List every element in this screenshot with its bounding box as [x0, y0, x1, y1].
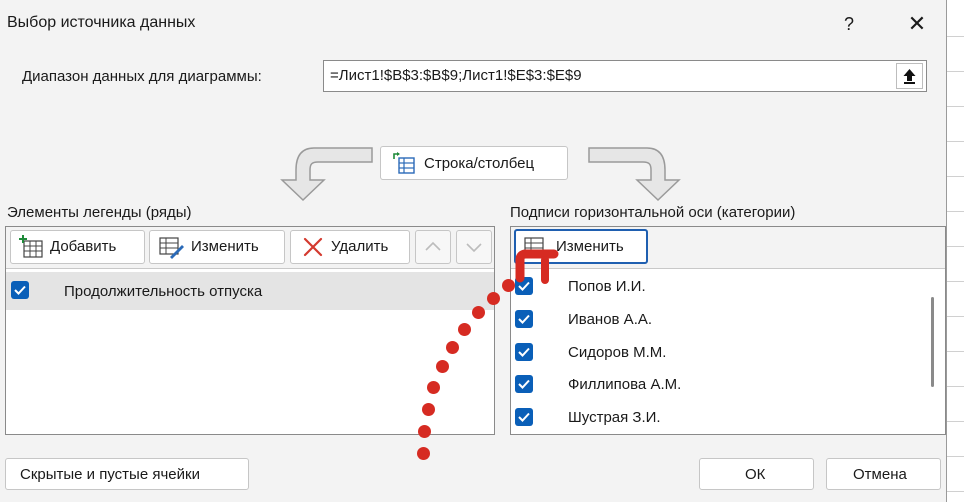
axis-labels-title: Подписи горизонтальной оси (категории) — [510, 204, 796, 221]
axis-item-checkbox[interactable] — [515, 375, 533, 393]
edit-axis-labels-label: Изменить — [556, 238, 624, 255]
chevron-down-icon — [466, 243, 482, 253]
legend-entries-title: Элементы легенды (ряды) — [7, 204, 192, 221]
help-button[interactable]: ? — [836, 10, 862, 38]
annotation-dot — [458, 323, 471, 336]
chevron-up-icon — [425, 241, 441, 251]
move-up-button[interactable] — [415, 230, 451, 264]
annotation-dot — [446, 341, 459, 354]
checkmark-icon — [518, 412, 530, 422]
checkmark-icon — [14, 285, 26, 295]
data-range-label: Диапазон данных для диаграммы: — [22, 68, 262, 85]
annotation-dot — [427, 381, 440, 394]
arrow-left-down-icon — [280, 147, 373, 202]
arrow-right-down-icon — [588, 147, 681, 202]
move-down-button[interactable] — [456, 230, 492, 264]
axis-list-scrollbar[interactable] — [931, 297, 934, 387]
ok-label: ОК — [745, 466, 766, 483]
checkmark-icon — [518, 347, 530, 357]
dialog-title: Выбор источника данных — [7, 14, 196, 31]
annotation-arrow-head-icon — [515, 249, 559, 284]
close-button[interactable]: ✕ — [899, 8, 935, 40]
edit-table-icon — [159, 237, 184, 259]
axis-item-checkbox[interactable] — [515, 408, 533, 426]
delete-series-label: Удалить — [331, 238, 389, 255]
delete-x-icon — [303, 237, 323, 257]
series-checkbox[interactable] — [11, 281, 29, 299]
axis-item-label: Иванов А.А. — [568, 311, 653, 328]
axis-item-checkbox[interactable] — [515, 343, 533, 361]
checkmark-icon — [518, 379, 530, 389]
upload-arrow-icon — [903, 69, 916, 84]
hidden-empty-cells-label: Скрытые и пустые ячейки — [20, 466, 200, 483]
axis-item-label: Сидоров М.М. — [568, 344, 667, 361]
switch-row-column-icon — [393, 152, 415, 174]
axis-item-label: Попов И.И. — [568, 278, 646, 295]
annotation-dot — [417, 447, 430, 460]
switch-row-column-label: Строка/столбец — [424, 155, 535, 172]
add-series-label: Добавить — [50, 238, 117, 255]
data-range-value: =Лист1!$B$3:$B$9;Лист1!$E$3:$E$9 — [330, 67, 582, 84]
annotation-dot — [487, 292, 500, 305]
series-label: Продолжительность отпуска — [64, 283, 263, 300]
axis-item-checkbox[interactable] — [515, 310, 533, 328]
annotation-dot — [436, 360, 449, 373]
annotation-dot — [418, 425, 431, 438]
axis-item-label: Филлипова А.М. — [568, 376, 682, 393]
edit-series-label: Изменить — [191, 238, 259, 255]
axis-item-label: Шустрая З.И. — [568, 409, 661, 426]
annotation-dot — [472, 306, 485, 319]
sheet-backdrop — [946, 0, 964, 502]
cancel-label: Отмена — [853, 466, 907, 483]
add-table-icon — [19, 235, 43, 258]
collapse-range-button[interactable] — [896, 63, 923, 89]
checkmark-icon — [518, 314, 530, 324]
annotation-dot — [422, 403, 435, 416]
